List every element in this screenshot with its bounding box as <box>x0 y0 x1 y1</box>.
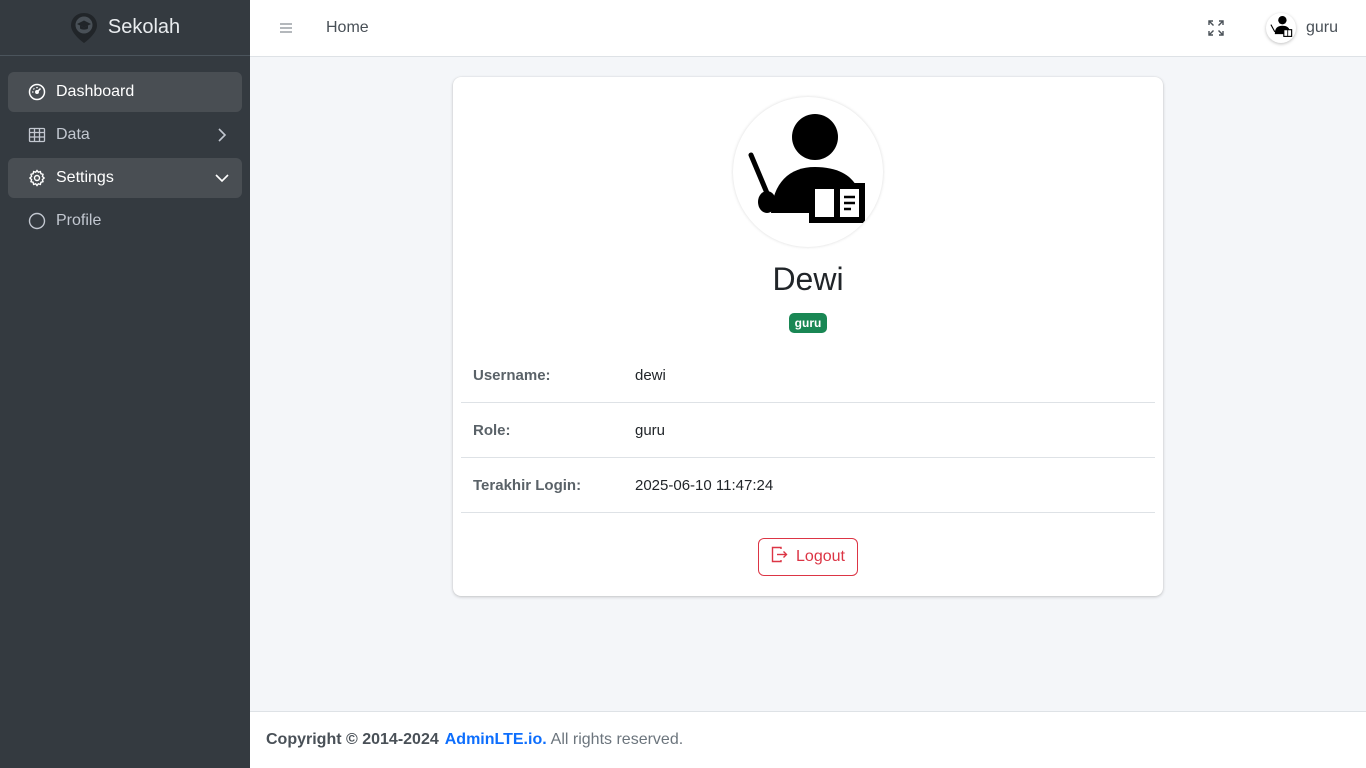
speedometer-icon <box>28 83 46 101</box>
navbar-right: guru <box>1206 13 1338 43</box>
sidebar-item-data[interactable]: Data <box>8 115 242 155</box>
user-name: guru <box>1305 19 1338 36</box>
info-key: Terakhir Login: <box>473 476 582 494</box>
chevron-right-icon <box>214 127 230 143</box>
top-navbar: Home guru <box>250 0 1366 57</box>
home-link[interactable]: Home <box>326 19 369 37</box>
sidebar-item-label: Profile <box>56 212 102 229</box>
gear-icon <box>28 169 46 187</box>
info-value: dewi <box>635 366 666 384</box>
sidebar-item-label: Data <box>56 126 90 143</box>
profile-card: Dewi guru Username: dewi Role: guru Tera… <box>453 77 1163 596</box>
graduation-pin-icon <box>70 12 98 44</box>
sidebar-item-settings[interactable]: Settings <box>8 158 242 198</box>
circle-icon <box>28 212 46 230</box>
user-menu[interactable]: guru <box>1265 13 1338 43</box>
info-key: Username: <box>473 366 551 384</box>
sidebar-item-dashboard[interactable]: Dashboard <box>8 72 242 112</box>
brand-link[interactable]: Sekolah <box>0 0 250 56</box>
role-badge: guru <box>788 313 828 333</box>
copyright-text: Copyright © 2014-2024 <box>266 731 439 748</box>
footer: Copyright © 2014-2024 AdminLTE.io. All r… <box>250 711 1366 768</box>
logout-wrap: Logout <box>453 538 1163 576</box>
info-key: Role: <box>473 421 511 439</box>
sidebar: Sekolah Dashboard Data Settings Profile <box>0 0 250 768</box>
teacher-avatar-icon <box>1265 13 1296 43</box>
info-value: 2025-06-10 11:47:24 <box>635 476 774 494</box>
brand-name: Sekolah <box>107 16 181 38</box>
rights-text: All rights reserved. <box>550 731 684 748</box>
sidebar-item-label: Settings <box>56 169 114 186</box>
info-row-username: Username: dewi <box>461 348 1155 403</box>
sidebar-nav: Dashboard Data Settings Profile <box>0 56 250 260</box>
fullscreen-icon[interactable] <box>1206 18 1226 38</box>
teacher-avatar-icon <box>733 97 883 247</box>
logout-button[interactable]: Logout <box>758 538 858 576</box>
info-row-role: Role: guru <box>461 403 1155 458</box>
profile-name: Dewi <box>772 261 844 297</box>
chevron-down-icon <box>214 170 230 186</box>
table-icon <box>28 126 46 144</box>
hamburger-icon[interactable] <box>278 20 294 36</box>
profile-info-list: Username: dewi Role: guru Terakhir Login… <box>461 348 1155 513</box>
role-badge-wrap: guru <box>453 313 1163 333</box>
sidebar-item-profile[interactable]: Profile <box>8 201 242 241</box>
info-row-last-login: Terakhir Login: 2025-06-10 11:47:24 <box>461 458 1155 513</box>
adminlte-link[interactable]: AdminLTE.io. <box>445 731 547 749</box>
sidebar-item-label: Dashboard <box>56 83 135 100</box>
info-value: guru <box>635 421 666 439</box>
logout-label: Logout <box>796 548 845 565</box>
logout-icon <box>771 546 788 568</box>
